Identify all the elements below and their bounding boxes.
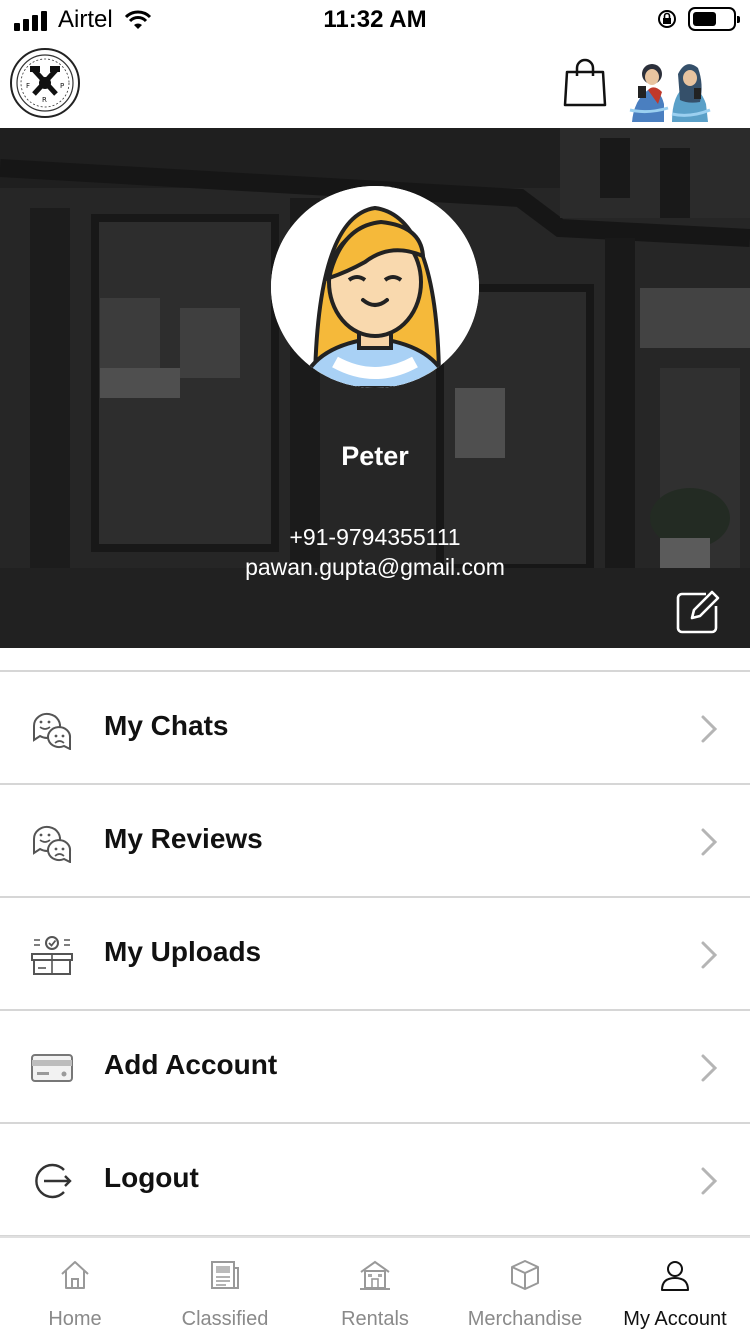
battery-icon <box>688 7 740 31</box>
couple-avatar-icon[interactable] <box>628 44 712 124</box>
home-icon <box>58 1258 92 1292</box>
club-logo-icon[interactable]: F P R <box>10 48 80 118</box>
menu-item-logout[interactable]: Logout <box>0 1124 750 1237</box>
menu-label: Logout <box>104 1162 199 1193</box>
tab-merchandise[interactable]: Merchandise <box>450 1238 600 1334</box>
menu-item-my-uploads[interactable]: My Uploads <box>0 898 750 1011</box>
review-bubbles-icon <box>30 821 74 864</box>
menu-label: My Reviews <box>104 823 263 854</box>
card-icon <box>30 1047 74 1089</box>
svg-text:P: P <box>60 82 64 90</box>
logout-icon <box>30 1160 74 1202</box>
tab-home[interactable]: Home <box>0 1238 150 1334</box>
status-bar: Airtel 11:32 AM <box>0 0 750 40</box>
chevron-right-icon <box>698 1166 720 1196</box>
building-icon <box>358 1258 392 1292</box>
profile-banner: Peter +91-9794355111 pawan.gupta@gmail.c… <box>0 128 750 648</box>
chat-bubbles-icon <box>30 708 74 751</box>
chevron-right-icon <box>698 1053 720 1083</box>
tab-label: Merchandise <box>467 1308 583 1330</box>
svg-text:F: F <box>26 82 30 90</box>
profile-phone: +91-9794355111 <box>289 524 461 550</box>
tab-my-account[interactable]: My Account <box>600 1238 750 1334</box>
menu-item-add-account[interactable]: Add Account <box>0 1011 750 1124</box>
box-icon <box>508 1258 542 1292</box>
chevron-right-icon <box>698 827 720 857</box>
menu-label: Add Account <box>104 1049 278 1080</box>
chevron-right-icon <box>698 714 720 744</box>
tab-label: Rentals <box>341 1308 409 1330</box>
upload-box-icon <box>30 934 74 976</box>
tab-classified[interactable]: Classified <box>150 1238 300 1334</box>
edit-icon[interactable] <box>676 590 720 634</box>
tab-rentals[interactable]: Rentals <box>300 1238 450 1334</box>
profile-name: Peter <box>341 441 409 471</box>
menu-item-my-chats[interactable]: My Chats <box>0 672 750 785</box>
rotation-lock-icon <box>658 10 676 28</box>
profile-avatar[interactable] <box>271 186 479 388</box>
user-icon <box>658 1258 692 1292</box>
menu-label: My Uploads <box>104 936 262 967</box>
app-header: F P R <box>0 40 750 128</box>
tab-label: My Account <box>623 1308 727 1330</box>
status-time: 11:32 AM <box>323 6 427 33</box>
shopping-bag-icon[interactable] <box>562 58 608 113</box>
tab-label: Classified <box>181 1308 269 1330</box>
bottom-tab-bar: Home Classified Rentals Merchandise My A… <box>0 1236 750 1334</box>
chevron-right-icon <box>698 940 720 970</box>
account-menu: My Chats My Reviews My Uploads Add Accou… <box>0 670 750 1237</box>
menu-label: My Chats <box>104 710 229 741</box>
menu-item-my-reviews[interactable]: My Reviews <box>0 785 750 898</box>
profile-email: pawan.gupta@gmail.com <box>245 554 505 580</box>
tab-label: Home <box>48 1308 102 1330</box>
newspaper-icon <box>208 1258 242 1292</box>
svg-text:R: R <box>42 96 47 104</box>
status-right <box>656 7 740 31</box>
